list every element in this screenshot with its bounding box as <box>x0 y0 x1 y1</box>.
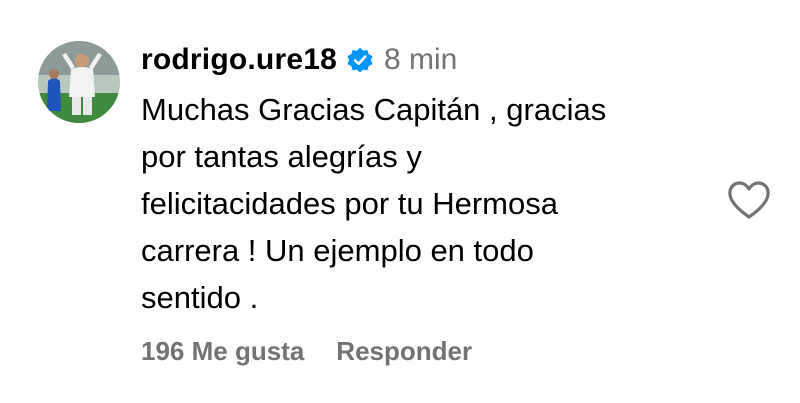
username-link[interactable]: rodrigo.ure18 <box>141 43 337 77</box>
verified-badge-icon <box>346 46 374 74</box>
comment-text: Muchas Gracias Capitán , gracias por tan… <box>141 92 607 315</box>
comment-body: rodrigo.ure18 8 min Muchas Gracias Capit… <box>141 38 711 321</box>
likes-count-button[interactable]: 196 Me gusta <box>141 336 304 367</box>
comment-timestamp: 8 min <box>383 43 458 76</box>
avatar-photo <box>38 41 120 123</box>
comment-actions: 196 Me gusta Responder <box>141 336 472 367</box>
avatar[interactable] <box>38 41 120 123</box>
reply-button[interactable]: Responder <box>336 336 472 367</box>
comment-header: rodrigo.ure18 8 min <box>141 38 711 82</box>
heart-outline-icon[interactable] <box>727 180 771 220</box>
comment: rodrigo.ure18 8 min Muchas Gracias Capit… <box>0 0 800 403</box>
